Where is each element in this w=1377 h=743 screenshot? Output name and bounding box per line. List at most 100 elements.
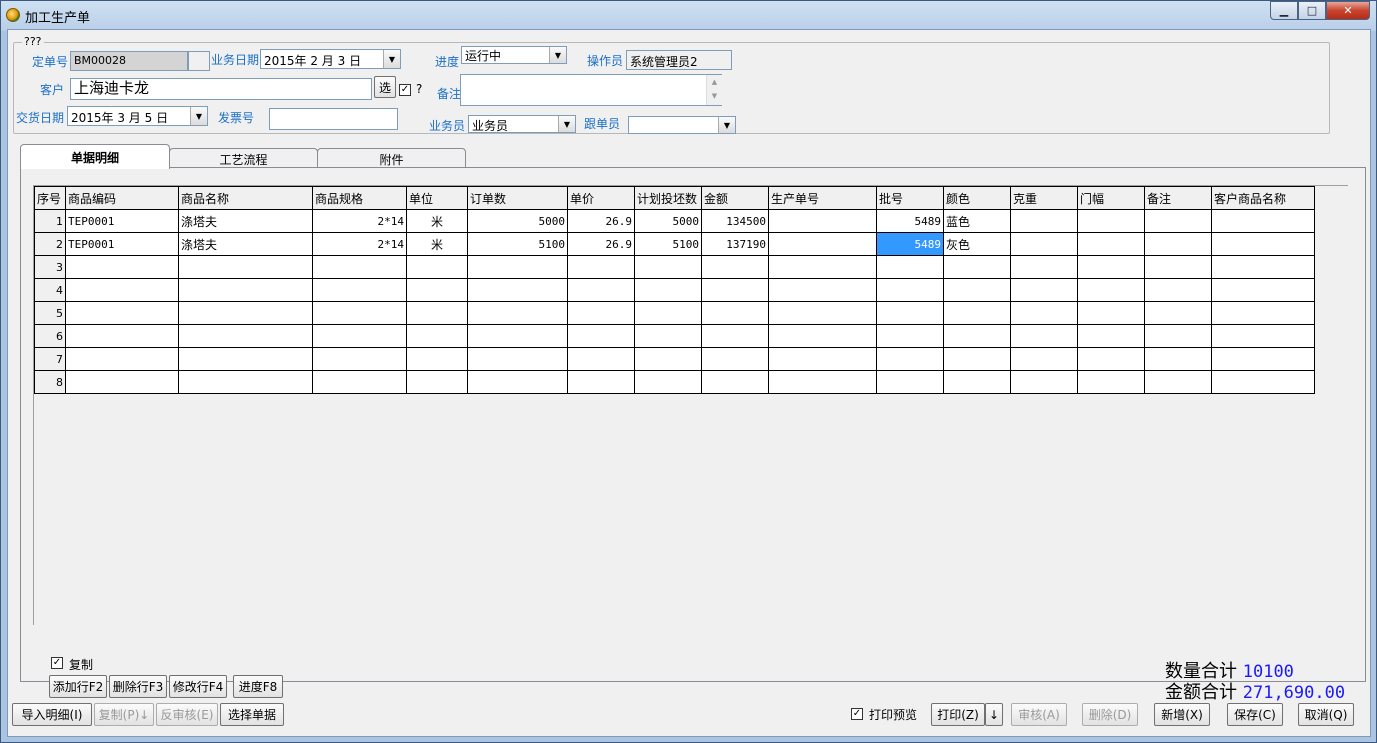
table-cell[interactable]	[768, 347, 877, 371]
tab-detail[interactable]: 单据明细	[20, 144, 170, 169]
column-header[interactable]: 商品名称	[178, 186, 313, 210]
table-cell[interactable]	[312, 324, 407, 348]
order-no-field[interactable]: BM00028	[70, 51, 188, 71]
table-cell[interactable]	[467, 370, 568, 394]
chevron-down-icon[interactable]: ▼	[549, 47, 566, 63]
customer-checkbox[interactable]: ✓	[399, 84, 411, 96]
table-cell[interactable]	[1010, 232, 1078, 256]
approve-button[interactable]: 审核(A)	[1011, 703, 1067, 726]
copy-checkbox[interactable]: ✓	[51, 657, 63, 669]
table-cell[interactable]	[406, 301, 468, 325]
table-cell[interactable]	[634, 255, 702, 279]
table-cell[interactable]	[943, 255, 1011, 279]
unapprove-button[interactable]: 反审核(E)	[156, 703, 218, 726]
order-no-toggle[interactable]	[188, 51, 210, 71]
column-header[interactable]: 单位	[406, 186, 468, 210]
chevron-down-icon[interactable]: ▼	[190, 107, 207, 125]
table-cell[interactable]	[876, 347, 944, 371]
table-cell[interactable]	[1144, 255, 1212, 279]
table-cell[interactable]	[1010, 324, 1078, 348]
table-cell[interactable]	[1077, 278, 1145, 302]
minimize-button[interactable]: ▁	[1270, 1, 1298, 20]
table-cell[interactable]	[1211, 370, 1315, 394]
table-cell[interactable]: 2*14	[312, 209, 407, 233]
table-cell[interactable]	[876, 255, 944, 279]
table-cell[interactable]	[634, 370, 702, 394]
table-cell[interactable]: 涤塔夫	[178, 232, 313, 256]
column-header[interactable]: 克重	[1010, 186, 1078, 210]
invoice-field[interactable]	[269, 108, 398, 130]
table-cell[interactable]	[943, 370, 1011, 394]
table-cell[interactable]	[1077, 347, 1145, 371]
table-row[interactable]: 2 TEP0001 涤塔夫 2*14 米 5100 26.9 5100 137190 5489 灰色	[34, 232, 1315, 256]
table-cell[interactable]	[701, 347, 769, 371]
cancel-button[interactable]: 取消(Q)	[1298, 703, 1354, 726]
table-cell[interactable]	[634, 301, 702, 325]
table-cell[interactable]	[1211, 347, 1315, 371]
table-cell[interactable]	[1144, 232, 1212, 256]
table-cell[interactable]	[567, 255, 635, 279]
table-cell[interactable]	[768, 232, 877, 256]
edit-row-button[interactable]: 修改行F4	[169, 675, 227, 698]
salesperson-select[interactable]: 业务员 ▼	[468, 115, 576, 133]
progress-select[interactable]: 运行中 ▼	[461, 46, 567, 64]
remark-field[interactable]	[460, 74, 722, 106]
table-cell[interactable]	[406, 255, 468, 279]
table-cell[interactable]	[768, 301, 877, 325]
table-cell[interactable]: 灰色	[943, 232, 1011, 256]
table-cell[interactable]	[178, 278, 313, 302]
table-row[interactable]: 1 TEP0001 涤塔夫 2*14 米 5000 26.9 5000 134500 5489 蓝色	[34, 209, 1315, 233]
table-cell[interactable]	[1144, 301, 1212, 325]
table-cell[interactable]	[1010, 209, 1078, 233]
table-cell[interactable]	[1211, 278, 1315, 302]
table-cell[interactable]: 26.9	[567, 209, 635, 233]
table-cell[interactable]	[406, 324, 468, 348]
column-header[interactable]: 序号	[34, 186, 66, 210]
table-cell[interactable]	[1144, 209, 1212, 233]
table-cell[interactable]	[65, 370, 179, 394]
column-header[interactable]: 颜色	[943, 186, 1011, 210]
table-cell[interactable]	[768, 370, 877, 394]
column-header[interactable]: 单价	[567, 186, 635, 210]
table-cell[interactable]	[701, 370, 769, 394]
table-cell[interactable]: TEP0001	[65, 232, 179, 256]
table-cell[interactable]: 5100	[467, 232, 568, 256]
table-cell[interactable]	[1211, 301, 1315, 325]
table-cell[interactable]	[768, 324, 877, 348]
table-cell[interactable]	[1010, 278, 1078, 302]
table-cell[interactable]: 米	[406, 209, 468, 233]
delete-button[interactable]: 删除(D)	[1082, 703, 1138, 726]
table-cell[interactable]	[567, 347, 635, 371]
follower-select[interactable]: ▼	[628, 116, 736, 134]
table-cell[interactable]	[876, 278, 944, 302]
table-cell[interactable]	[178, 324, 313, 348]
table-cell[interactable]: 5489	[876, 209, 944, 233]
table-cell[interactable]	[1077, 232, 1145, 256]
table-cell[interactable]	[567, 278, 635, 302]
column-header[interactable]: 计划投坯数	[634, 186, 702, 210]
table-cell[interactable]	[701, 324, 769, 348]
table-cell[interactable]	[634, 278, 702, 302]
import-detail-button[interactable]: 导入明细(I)	[12, 703, 92, 726]
delete-row-button[interactable]: 删除行F3	[109, 675, 167, 698]
chevron-down-icon[interactable]: ▼	[718, 117, 735, 133]
table-cell[interactable]	[876, 324, 944, 348]
table-cell[interactable]	[178, 301, 313, 325]
table-cell[interactable]	[312, 255, 407, 279]
table-cell[interactable]	[1211, 209, 1315, 233]
select-customer-button[interactable]: 选	[374, 76, 396, 98]
table-cell[interactable]	[406, 278, 468, 302]
customer-field[interactable]: 上海迪卡龙	[70, 78, 372, 100]
table-cell[interactable]	[876, 370, 944, 394]
table-cell[interactable]	[701, 278, 769, 302]
table-cell[interactable]	[768, 255, 877, 279]
biz-date-picker[interactable]: 2015年 2 月 3 日 ▼	[260, 49, 401, 69]
table-cell[interactable]: 5100	[634, 232, 702, 256]
table-cell[interactable]	[1010, 370, 1078, 394]
table-cell[interactable]	[1077, 301, 1145, 325]
column-header[interactable]: 备注	[1144, 186, 1212, 210]
table-cell[interactable]: 26.9	[567, 232, 635, 256]
table-cell[interactable]	[467, 347, 568, 371]
copy-button[interactable]: 复制(P)↓	[94, 703, 154, 726]
close-button[interactable]: ✕	[1326, 1, 1370, 20]
